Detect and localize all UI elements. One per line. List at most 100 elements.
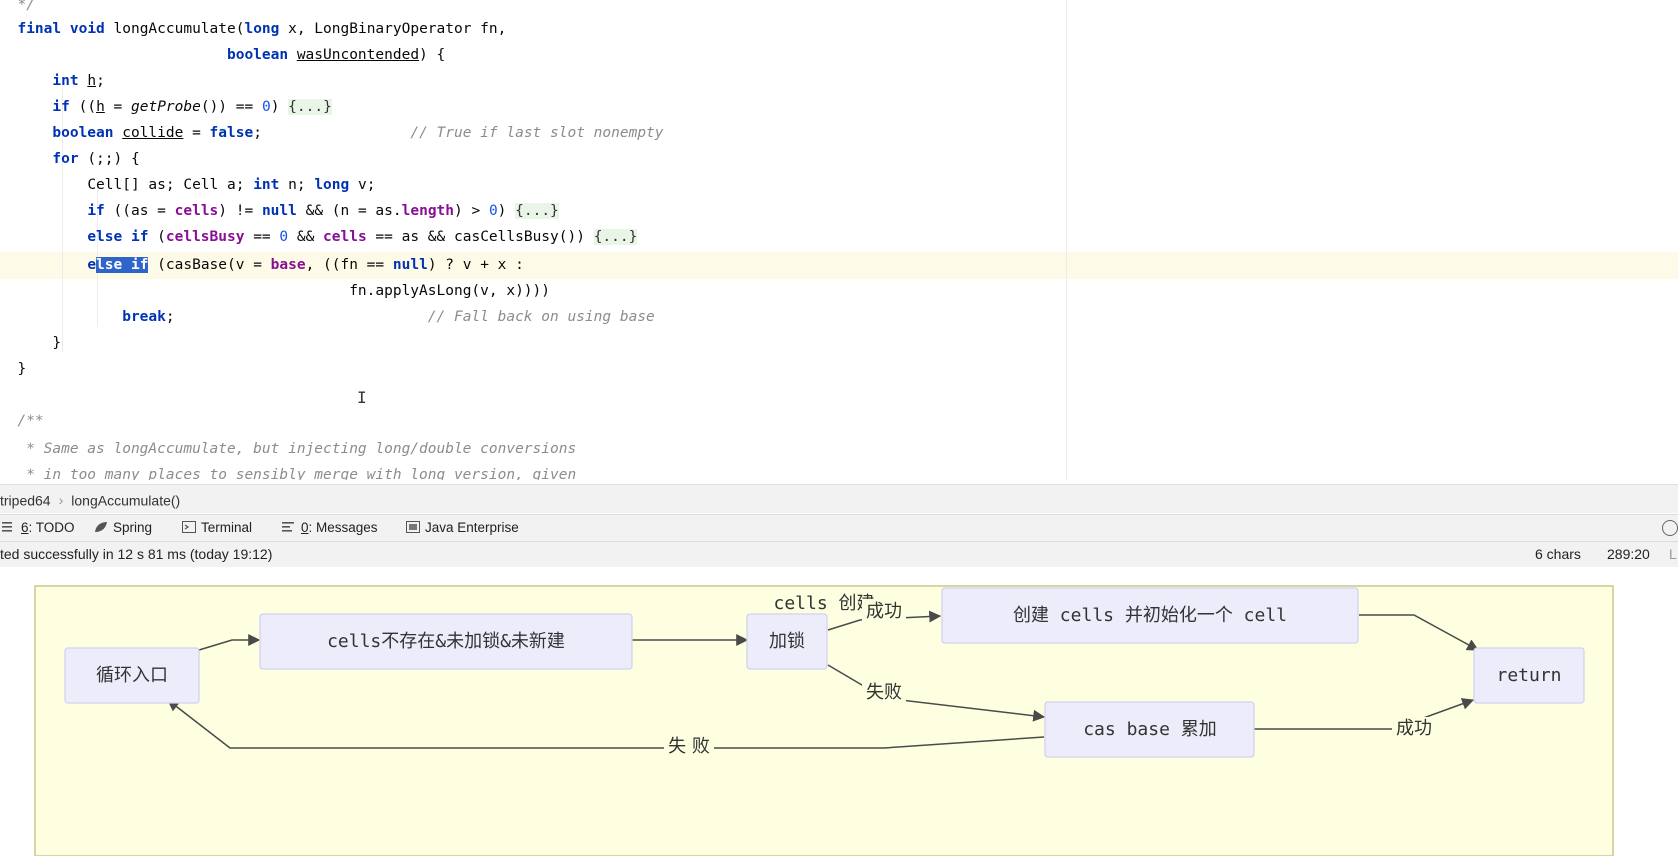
line-separator-indicator[interactable]: L — [1669, 542, 1677, 567]
tool-window-terminal[interactable]: Terminal — [182, 515, 252, 541]
messages-icon — [282, 522, 294, 532]
code-text: } — [17, 361, 27, 377]
code-line: break; // Fall back on using base — [0, 304, 655, 330]
selection-char-count: 6 chars — [1535, 546, 1581, 562]
code-text: ; — [253, 125, 262, 141]
keyword: void — [69, 21, 105, 37]
code-text: ; — [96, 73, 105, 89]
tool-window-label: Java Enterprise — [425, 520, 519, 535]
code-text: == as && casCellsBusy()) — [366, 229, 594, 245]
code-line: } — [0, 356, 26, 382]
code-text: ) > — [454, 203, 489, 219]
keyword: int — [52, 73, 79, 89]
field: cellsBusy — [165, 229, 245, 245]
node-loop-entry-label: 循环入口 — [96, 665, 168, 686]
caret-position[interactable]: 289:20 — [1607, 542, 1650, 567]
node-cas-base: cas base 累加 — [1044, 701, 1255, 758]
list-icon — [2, 522, 12, 532]
code-line-current: else if (casBase(v = base, ((fn == null)… — [0, 252, 524, 278]
code-text: && — [288, 229, 324, 245]
keyword: e — [87, 257, 97, 273]
code-line: Cell[] as; Cell a; int n; long v; — [0, 172, 375, 198]
tool-window-shortcut: 6 — [21, 520, 29, 535]
code-text: ) — [497, 203, 516, 219]
keyword: long — [314, 177, 350, 193]
node-return-label: return — [1496, 665, 1561, 686]
terminal-icon — [182, 521, 196, 533]
number: 0 — [261, 99, 271, 115]
tool-window-todo[interactable]: 6: TODO — [2, 515, 75, 541]
number: 0 — [279, 229, 289, 245]
variable: h — [96, 99, 105, 115]
node-cells-check: cells不存在&未加锁&未新建 — [259, 613, 633, 670]
field: length — [401, 203, 455, 219]
search-icon[interactable] — [1662, 520, 1678, 536]
selected-text[interactable]: lse if — [96, 257, 149, 273]
keyword: final — [17, 21, 62, 37]
method-call: getProbe — [131, 99, 201, 115]
doc-comment: * Same as longAccumulate, but injecting … — [17, 441, 577, 457]
java-enterprise-icon — [406, 521, 420, 533]
code-line: int h; — [0, 68, 105, 94]
tool-window-messages[interactable]: 0: Messages — [282, 515, 378, 541]
code-line: boolean wasUncontended) { — [0, 42, 445, 68]
edge-label-success: 成功 — [1396, 718, 1432, 739]
node-cas-base-label: cas base 累加 — [1083, 719, 1217, 740]
node-cells-check-label: cells不存在&未加锁&未新建 — [327, 631, 565, 652]
code-line: fn.applyAsLong(v, x)))) — [0, 278, 550, 304]
code-line: final void longAccumulate(long x, LongBi… — [0, 16, 506, 42]
code-text: ((as = — [104, 203, 175, 219]
comment: // True if last slot nonempty — [410, 125, 664, 141]
tool-window-shortcut: 0 — [301, 520, 309, 535]
keyword: null — [392, 257, 428, 273]
tool-window-spring[interactable]: Spring — [94, 515, 152, 541]
folded-block[interactable]: {...} — [593, 229, 638, 245]
number: 0 — [488, 203, 498, 219]
code-text: (casBase(v = — [148, 257, 271, 273]
status-message[interactable]: ted successfully in 12 s 81 ms (today 19… — [0, 542, 272, 567]
code-text: ) ? v + x : — [427, 257, 524, 273]
keyword: for — [52, 151, 79, 167]
keyword: null — [261, 203, 297, 219]
code-line: * Same as longAccumulate, but injecting … — [0, 436, 576, 462]
code-text: ) != — [218, 203, 262, 219]
field: cells — [174, 203, 219, 219]
code-editor[interactable]: */ final void longAccumulate(long x, Lon… — [0, 0, 1678, 480]
flowchart-diagram: cells 创建 成功 失败 成功 失 败 循环入口 cells不存在&未加锁&… — [34, 585, 1614, 856]
edge-label-fail: 失 败 — [668, 736, 710, 757]
node-lock-label: 加锁 — [769, 631, 805, 652]
variable: h — [87, 73, 97, 89]
code-line: } — [0, 330, 61, 356]
spring-leaf-icon — [95, 522, 107, 532]
variable: collide — [122, 125, 184, 141]
tool-window-label: : Messages — [308, 520, 378, 535]
right-margin-guide — [1066, 0, 1067, 480]
tool-window-bar: 6: TODO Spring Terminal 0: Messages Java… — [0, 514, 1678, 541]
tool-window-java-enterprise[interactable]: Java Enterprise — [406, 515, 519, 541]
field: base — [270, 257, 306, 273]
breadcrumb-item-class[interactable]: triped64 — [0, 492, 51, 508]
edge-label-success: 成功 — [866, 601, 902, 622]
keyword: false — [209, 125, 254, 141]
keyword: boolean — [52, 125, 114, 141]
node-loop-entry: 循环入口 — [64, 647, 200, 704]
folded-block[interactable]: {...} — [288, 99, 332, 115]
edge-label-fail: 失败 — [866, 682, 902, 703]
code-line: for (;;) { — [0, 146, 139, 172]
code-text: ) — [270, 99, 289, 115]
code-text: ()) == — [200, 99, 262, 115]
code-text: == — [244, 229, 280, 245]
code-line: if ((h = getProbe()) == 0) {...} — [0, 94, 332, 120]
breadcrumb-item-method[interactable]: longAccumulate() — [71, 492, 180, 508]
breadcrumb: triped64 › longAccumulate() — [0, 484, 1678, 513]
keyword: long — [244, 21, 280, 37]
cluster-title: cells 创建 — [773, 593, 874, 614]
code-line: /** — [0, 408, 44, 434]
folded-block[interactable]: {...} — [515, 203, 559, 219]
doc-comment: /** — [17, 413, 44, 429]
code-line: boolean collide = false; // True if last… — [0, 120, 664, 146]
code-text: = — [183, 125, 210, 141]
code-text: ) { — [419, 47, 446, 63]
code-text: && (n = as. — [296, 203, 402, 219]
tool-window-label: : TODO — [28, 520, 75, 535]
